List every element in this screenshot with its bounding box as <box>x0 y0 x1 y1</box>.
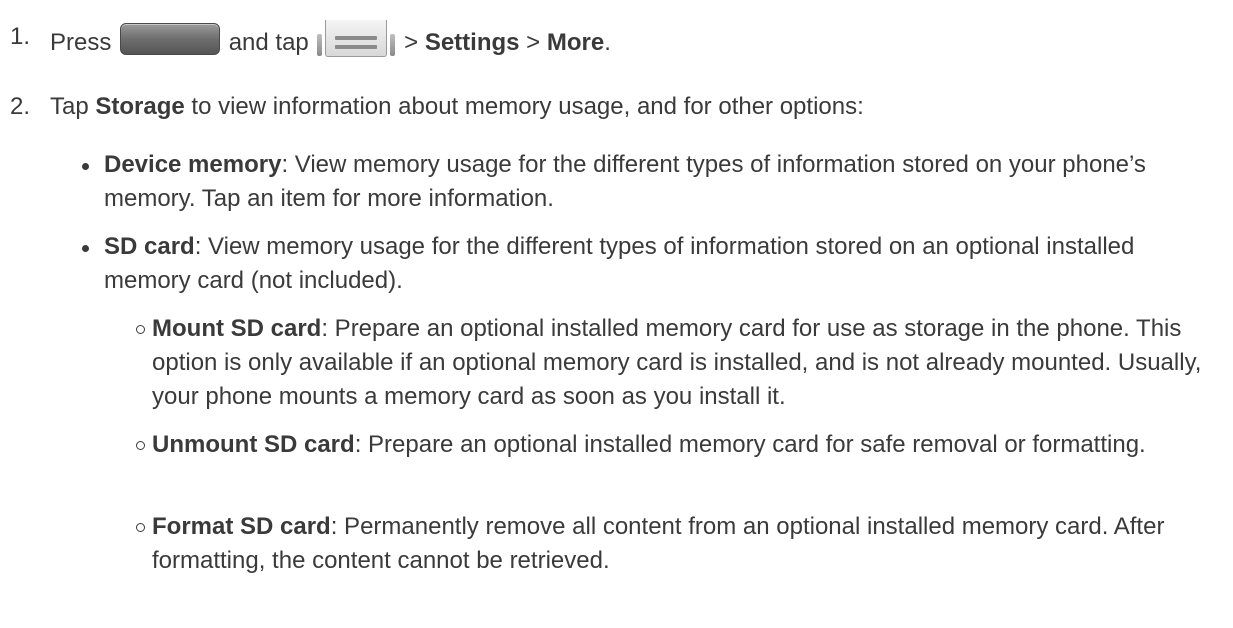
home-button-icon <box>120 23 221 55</box>
bullet-circle <box>136 441 145 450</box>
separator: > <box>526 29 541 56</box>
step-1-text: Press and tap > Settings > More. <box>50 20 1223 60</box>
step-number: 2. <box>10 93 31 120</box>
bullet-dot <box>82 163 89 170</box>
bullet-term: Format SD card <box>152 513 331 540</box>
step-number: 1. <box>10 23 31 50</box>
separator: > <box>404 29 419 56</box>
step-2-tap-text: Tap <box>50 93 89 120</box>
bullet-term: SD card <box>104 233 195 260</box>
list-item-unmount-sd-card: Unmount SD card: Prepare an optional ins… <box>136 428 1223 462</box>
list-item-mount-sd-card: Mount SD card: Prepare an optional insta… <box>136 312 1223 414</box>
menu-key-icon <box>317 20 396 58</box>
bullet-circle <box>136 523 145 532</box>
step-1-press-text: Press <box>50 29 112 56</box>
more-label: More <box>546 29 605 56</box>
bullet-circle <box>136 325 145 334</box>
step-2: 2. Tap Storage to view information about… <box>10 90 1223 124</box>
bullet-dot <box>82 245 89 252</box>
step-2-text: Tap Storage to view information about me… <box>50 90 1223 124</box>
list-item-device-memory: Device memory: View memory usage for the… <box>80 148 1223 216</box>
bullet-desc: : Prepare an optional installed memory c… <box>354 431 1146 458</box>
storage-label: Storage <box>95 93 185 120</box>
bullet-desc: : View memory usage for the different ty… <box>104 233 1135 294</box>
list-item-format-sd-card: Format SD card: Permanently remove all c… <box>136 510 1223 578</box>
bullet-text: Mount SD card: Prepare an optional insta… <box>152 312 1223 414</box>
bullet-text: Unmount SD card: Prepare an optional ins… <box>152 428 1223 462</box>
bullet-term: Unmount SD card <box>152 431 355 458</box>
bullet-text: Device memory: View memory usage for the… <box>104 148 1223 216</box>
step-2-rest-text: to view information about memory usage, … <box>191 93 864 120</box>
step-1: 1. Press and tap > Settings > More. <box>10 20 1223 60</box>
period: . <box>604 29 611 56</box>
step-1-and-tap-text: and tap <box>228 29 309 56</box>
bullet-text: Format SD card: Permanently remove all c… <box>152 510 1223 578</box>
list-item-sd-card: SD card: View memory usage for the diffe… <box>80 230 1223 298</box>
bullet-term: Mount SD card <box>152 315 322 342</box>
bullet-term: Device memory <box>104 151 282 178</box>
bullet-text: SD card: View memory usage for the diffe… <box>104 230 1223 298</box>
settings-label: Settings <box>424 29 520 56</box>
